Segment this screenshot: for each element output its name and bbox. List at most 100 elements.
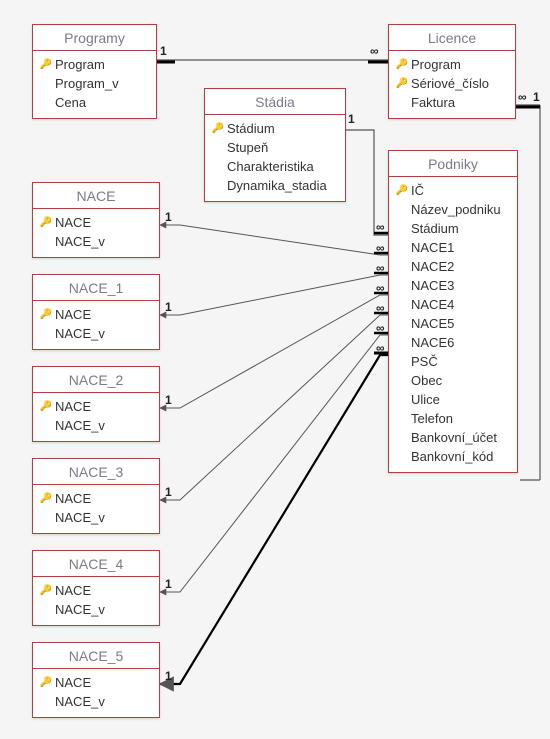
table-title: NACE_4 [33, 551, 159, 577]
field-row[interactable]: 🔑Název_podniku [395, 200, 511, 219]
field-label: Program [55, 55, 105, 74]
card-nace1-many: ∞ [376, 241, 385, 255]
table-nace-4[interactable]: NACE_4 🔑NACE🔑NACE_v [32, 550, 160, 626]
field-row[interactable]: 🔑NACE1 [395, 238, 511, 257]
card-podniky-stadium-many: ∞ [376, 220, 385, 234]
table-body: 🔑NACE🔑NACE_v [33, 209, 159, 257]
field-label: Ulice [411, 390, 440, 409]
field-row[interactable]: 🔑NACE2 [395, 257, 511, 276]
primary-key-icon: 🔑 [395, 74, 409, 93]
field-row[interactable]: 🔑NACE [39, 489, 153, 508]
card-nace-one: 1 [165, 210, 172, 224]
card-licence-many: ∞ [370, 44, 379, 58]
card-nace3-many: ∞ [376, 281, 385, 295]
field-label: Stupeň [227, 138, 268, 157]
field-label: NACE_v [55, 416, 105, 435]
field-label: Název_podniku [411, 200, 501, 219]
field-row[interactable]: 🔑NACE_v [39, 692, 153, 711]
table-nace-5[interactable]: NACE_5 🔑NACE🔑NACE_v [32, 642, 160, 718]
field-label: Stádium [411, 219, 459, 238]
field-row[interactable]: 🔑NACE [39, 305, 153, 324]
field-label: NACE1 [411, 238, 454, 257]
field-row[interactable]: 🔑Program [39, 55, 150, 74]
table-title: NACE_2 [33, 367, 159, 393]
field-label: Dynamika_stadia [227, 176, 327, 195]
card-nace3-one: 1 [165, 485, 172, 499]
primary-key-icon: 🔑 [39, 305, 53, 324]
field-row[interactable]: 🔑PSČ [395, 352, 511, 371]
field-row[interactable]: 🔑NACE4 [395, 295, 511, 314]
field-row[interactable]: 🔑Obec [395, 371, 511, 390]
table-title: NACE_3 [33, 459, 159, 485]
field-row[interactable]: 🔑NACE5 [395, 314, 511, 333]
table-body: 🔑NACE🔑NACE_v [33, 393, 159, 441]
field-row[interactable]: 🔑Stádium [211, 119, 339, 138]
field-row[interactable]: 🔑Bankovní_kód [395, 447, 511, 466]
field-label: NACE2 [411, 257, 454, 276]
field-row[interactable]: 🔑Stupeň [211, 138, 339, 157]
card-programy-one: 1 [160, 44, 167, 58]
field-row[interactable]: 🔑NACE6 [395, 333, 511, 352]
card-nace1-one: 1 [165, 300, 172, 314]
field-label: NACE6 [411, 333, 454, 352]
field-row[interactable]: 🔑Cena [39, 93, 150, 112]
card-stadia-one: 1 [348, 112, 355, 126]
field-label: Obec [411, 371, 442, 390]
field-label: NACE_v [55, 600, 105, 619]
card-nace4-one: 1 [165, 577, 172, 591]
field-row[interactable]: 🔑NACE_v [39, 416, 153, 435]
field-row[interactable]: 🔑Bankovní_účet [395, 428, 511, 447]
table-nace-3[interactable]: NACE_3 🔑NACE🔑NACE_v [32, 458, 160, 534]
table-podniky[interactable]: Podniky 🔑IČ🔑Název_podniku🔑Stádium🔑NACE1🔑… [388, 150, 518, 473]
primary-key-icon: 🔑 [39, 581, 53, 600]
field-row[interactable]: 🔑IČ [395, 181, 511, 200]
table-nace-2[interactable]: NACE_2 🔑NACE🔑NACE_v [32, 366, 160, 442]
field-row[interactable]: 🔑NACE3 [395, 276, 511, 295]
field-row[interactable]: 🔑NACE [39, 397, 153, 416]
field-label: NACE [55, 489, 91, 508]
field-row[interactable]: 🔑Telefon [395, 409, 511, 428]
table-stadia[interactable]: Stádia 🔑Stádium🔑Stupeň🔑Charakteristika🔑D… [204, 88, 346, 202]
field-label: NACE4 [411, 295, 454, 314]
field-row[interactable]: 🔑NACE_v [39, 232, 153, 251]
field-row[interactable]: 🔑NACE_v [39, 324, 153, 343]
table-body: 🔑NACE🔑NACE_v [33, 577, 159, 625]
table-title: Licence [389, 25, 515, 51]
field-label: Cena [55, 93, 86, 112]
table-body: 🔑NACE🔑NACE_v [33, 485, 159, 533]
primary-key-icon: 🔑 [39, 397, 53, 416]
field-label: NACE [55, 213, 91, 232]
table-licence[interactable]: Licence 🔑Program🔑Sériové_číslo🔑Faktura [388, 24, 516, 119]
field-row[interactable]: 🔑Dynamika_stadia [211, 176, 339, 195]
field-row[interactable]: 🔑NACE [39, 581, 153, 600]
field-row[interactable]: 🔑NACE [39, 213, 153, 232]
field-row[interactable]: 🔑NACE_v [39, 508, 153, 527]
table-body: 🔑NACE🔑NACE_v [33, 669, 159, 717]
field-label: NACE_v [55, 692, 105, 711]
field-row[interactable]: 🔑Ulice [395, 390, 511, 409]
card-nace6-many: ∞ [376, 341, 385, 355]
field-row[interactable]: 🔑Charakteristika [211, 157, 339, 176]
card-nace2-one: 1 [165, 393, 172, 407]
field-label: Program_v [55, 74, 119, 93]
field-row[interactable]: 🔑NACE_v [39, 600, 153, 619]
card-nace5-one: 1 [165, 669, 172, 683]
field-row[interactable]: 🔑Faktura [395, 93, 509, 112]
field-row[interactable]: 🔑Stádium [395, 219, 511, 238]
field-label: IČ [411, 181, 424, 200]
field-label: NACE_v [55, 508, 105, 527]
table-programy[interactable]: Programy 🔑Program🔑Program_v🔑Cena [32, 24, 157, 119]
field-label: Stádium [227, 119, 275, 138]
field-row[interactable]: 🔑Program_v [39, 74, 150, 93]
table-nace[interactable]: NACE 🔑NACE🔑NACE_v [32, 182, 160, 258]
field-row[interactable]: 🔑Sériové_číslo [395, 74, 509, 93]
table-nace-1[interactable]: NACE_1 🔑NACE🔑NACE_v [32, 274, 160, 350]
table-body: 🔑Program🔑Program_v🔑Cena [33, 51, 156, 118]
primary-key-icon: 🔑 [395, 181, 409, 200]
field-label: Telefon [411, 409, 453, 428]
field-row[interactable]: 🔑NACE [39, 673, 153, 692]
field-row[interactable]: 🔑Program [395, 55, 509, 74]
table-title: Stádia [205, 89, 345, 115]
primary-key-icon: 🔑 [39, 213, 53, 232]
table-title: NACE_5 [33, 643, 159, 669]
